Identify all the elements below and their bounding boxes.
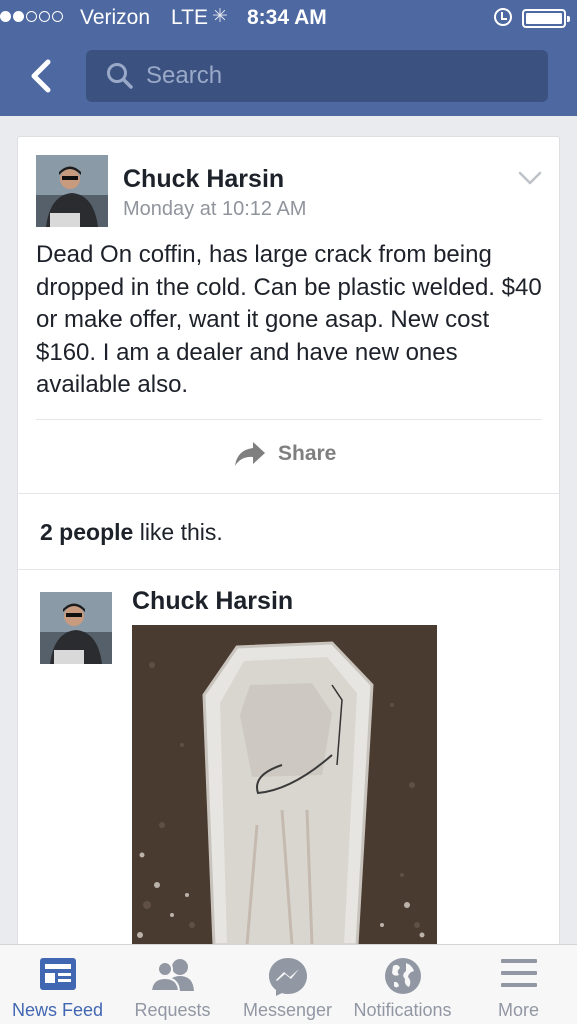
tab-label: Messenger — [242, 1000, 333, 1020]
clock: 8:34 AM — [247, 6, 327, 29]
likes-suffix: like this. — [133, 519, 223, 545]
post-options-chevron-down-icon[interactable] — [518, 171, 542, 185]
post-timestamp[interactable]: Monday at 10:12 AM — [123, 198, 306, 221]
news-feed-icon — [39, 958, 76, 990]
back-button[interactable] — [26, 58, 56, 94]
attached-photo[interactable] — [132, 625, 437, 945]
post-author-name[interactable]: Chuck Harsin — [123, 165, 284, 194]
bottom-tab-bar: News Feed Requests Messenger Notificatio… — [0, 944, 577, 1024]
menu-icon — [500, 959, 537, 987]
battery-icon — [522, 9, 570, 28]
post-card: Chuck Harsin Monday at 10:12 AM Dead On … — [17, 136, 560, 956]
likes-count: 2 people — [40, 519, 134, 545]
friend-requests-icon — [149, 959, 194, 991]
network-type: LTE — [171, 6, 208, 29]
divider — [18, 493, 559, 494]
comment-author-avatar[interactable] — [40, 592, 112, 664]
tab-news-feed[interactable]: News Feed — [0, 945, 115, 1024]
share-label: Share — [278, 442, 337, 465]
likes-summary[interactable]: 2 people like this. — [40, 519, 223, 546]
tab-label: News Feed — [11, 1000, 104, 1020]
carrier-name: Verizon — [80, 6, 151, 29]
tab-messenger[interactable]: Messenger — [230, 945, 345, 1024]
tab-label: Requests — [134, 1000, 211, 1020]
status-bar: Verizon LTE ✳ 8:34 AM — [0, 0, 577, 36]
author-avatar[interactable] — [36, 155, 108, 227]
messenger-icon — [268, 958, 307, 996]
globe-icon — [384, 958, 421, 994]
search-icon — [107, 63, 133, 89]
share-arrow-icon — [235, 442, 265, 466]
tab-more[interactable]: More — [461, 945, 576, 1024]
tab-requests[interactable]: Requests — [115, 945, 230, 1024]
tab-label: Notifications — [353, 1000, 452, 1020]
divider — [36, 419, 542, 420]
divider — [18, 569, 559, 570]
chevron-left-icon — [31, 59, 51, 93]
activity-spinner-icon: ✳ — [212, 6, 228, 27]
tab-label: More — [497, 1000, 539, 1020]
share-button[interactable]: Share — [234, 441, 336, 467]
tab-notifications[interactable]: Notifications — [345, 945, 460, 1024]
post-body-text: Dead On coffin, has large crack from bei… — [36, 241, 542, 398]
comment-author-name[interactable]: Chuck Harsin — [132, 587, 293, 616]
search-placeholder: Search — [146, 62, 223, 89]
alarm-icon — [494, 8, 512, 26]
search-input[interactable]: Search — [86, 50, 548, 102]
signal-strength-icon — [0, 11, 63, 22]
top-header: Verizon LTE ✳ 8:34 AM Search — [0, 0, 577, 116]
